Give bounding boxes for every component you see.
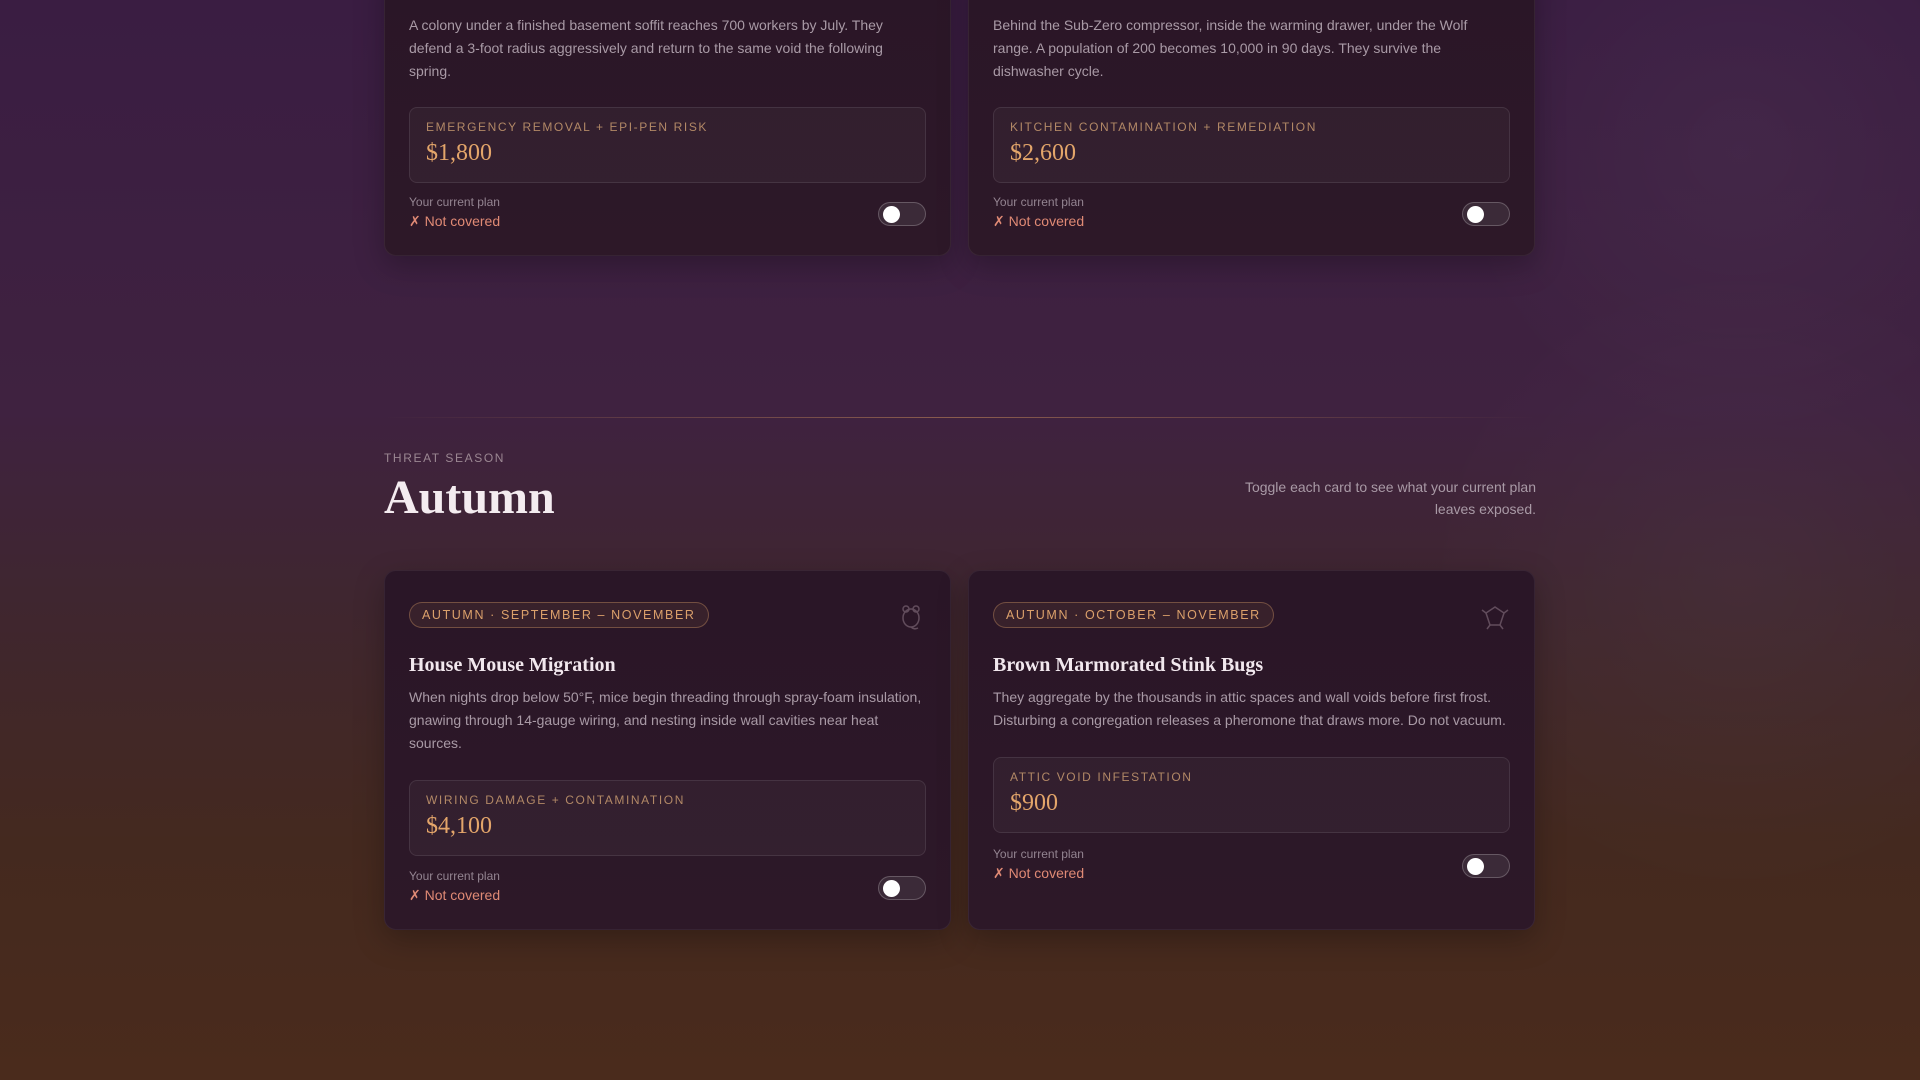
cost-label: ATTIC VOID INFESTATION — [1010, 770, 1193, 784]
cost-box: EMERGENCY REMOVAL + EPI-PEN RISK $1,800 — [409, 107, 926, 183]
threat-card-house-mouse: AUTUMN · SEPTEMBER – NOVEMBER House Mous… — [384, 570, 951, 930]
season-badge: AUTUMN · SEPTEMBER – NOVEMBER — [409, 602, 709, 628]
cost-value: $900 — [1010, 790, 1058, 816]
cost-label: EMERGENCY REMOVAL + EPI-PEN RISK — [426, 120, 709, 134]
coverage-toggle[interactable] — [878, 876, 926, 900]
section-eyebrow: THREAT SEASON — [384, 451, 506, 465]
plan-label: Your current plan — [993, 847, 1084, 861]
stink-bug-icon — [1481, 606, 1509, 630]
coverage-toggle[interactable] — [1462, 202, 1510, 226]
card-description: They aggregate by the thousands in attic… — [993, 689, 1506, 728]
cost-box: ATTIC VOID INFESTATION $900 — [993, 757, 1510, 833]
threat-card-stink-bugs: AUTUMN · OCTOBER – NOVEMBER Brown Marmor… — [968, 570, 1535, 930]
coverage-toggle[interactable] — [1462, 854, 1510, 878]
toggle-knob — [883, 880, 900, 897]
plan-status-block: Your current plan ✗ Not covered — [409, 869, 500, 904]
mouse-icon — [902, 605, 920, 630]
plan-status-block: Your current plan ✗ Not covered — [993, 847, 1084, 882]
threat-card-cockroach: Behind the Sub-Zero compressor, inside t… — [968, 0, 1535, 256]
plan-label: Your current plan — [409, 869, 500, 883]
coverage-toggle[interactable] — [878, 202, 926, 226]
toggle-knob — [883, 206, 900, 223]
cost-value: $1,800 — [426, 140, 492, 166]
cost-value: $2,600 — [1010, 140, 1076, 166]
plan-status: ✗ Not covered — [409, 213, 501, 229]
plan-status: ✗ Not covered — [993, 865, 1085, 881]
toggle-knob — [1467, 206, 1484, 223]
card-description: When nights drop below 50°F, mice begin … — [409, 689, 922, 751]
plan-status-block: Your current plan ✗ Not covered — [993, 195, 1084, 230]
plan-status: ✗ Not covered — [993, 213, 1085, 229]
plan-label: Your current plan — [993, 195, 1084, 209]
plan-label: Your current plan — [409, 195, 500, 209]
card-description: Behind the Sub-Zero compressor, inside t… — [993, 17, 1468, 79]
section-title: Autumn — [384, 471, 555, 524]
section-divider — [384, 417, 1536, 418]
cost-box: WIRING DAMAGE + CONTAMINATION $4,100 — [409, 780, 926, 856]
card-title: House Mouse Migration — [409, 654, 616, 676]
card-title: Brown Marmorated Stink Bugs — [993, 654, 1264, 676]
section-hint: Toggle each card to see what your curren… — [1244, 479, 1536, 517]
plan-status-block: Your current plan ✗ Not covered — [409, 195, 500, 230]
cost-label: WIRING DAMAGE + CONTAMINATION — [426, 793, 685, 807]
season-badge: AUTUMN · OCTOBER – NOVEMBER — [993, 602, 1274, 628]
threat-card-wasp: A colony under a finished basement soffi… — [384, 0, 951, 256]
card-description: A colony under a finished basement soffi… — [409, 17, 883, 79]
plan-status: ✗ Not covered — [409, 887, 501, 903]
toggle-knob — [1467, 858, 1484, 875]
cost-box: KITCHEN CONTAMINATION + REMEDIATION $2,6… — [993, 107, 1510, 183]
cost-value: $4,100 — [426, 813, 492, 839]
cost-label: KITCHEN CONTAMINATION + REMEDIATION — [1010, 120, 1318, 134]
